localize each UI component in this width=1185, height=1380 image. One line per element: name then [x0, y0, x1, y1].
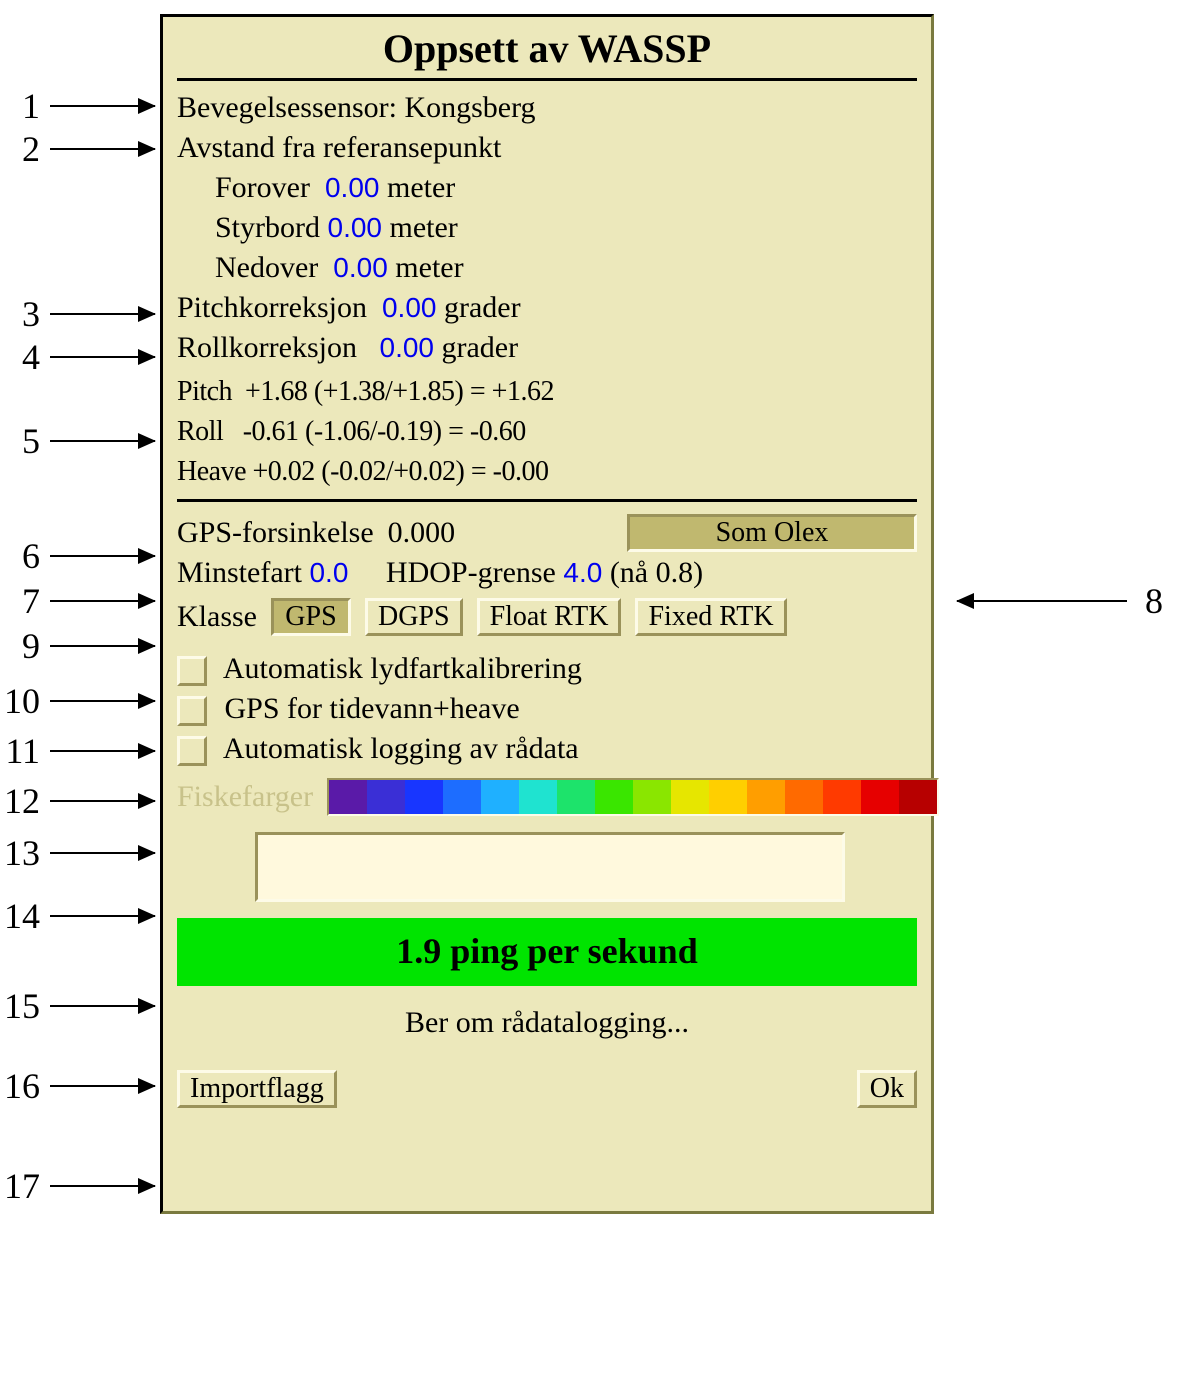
gps-tide-checkbox[interactable]	[177, 696, 207, 726]
color-swatch[interactable]	[899, 780, 937, 814]
color-swatch[interactable]	[367, 780, 405, 814]
gps-tide-row: GPS for tidevann+heave	[177, 690, 917, 728]
nedover-value[interactable]: 0.00	[333, 252, 388, 283]
refpoint-styrbord: Styrbord 0.00 meter	[177, 209, 917, 247]
callout-left-9: 9	[0, 625, 155, 667]
speed-hdop-row: Minstefart 0.0 HDOP-grense 4.0 (nå 0.8)	[177, 554, 917, 592]
gps-delay-row: GPS-forsinkelse 0.000 Som Olex	[177, 514, 917, 552]
wassp-settings-panel: Oppsett av WASSP Bevegelsessensor: Kongs…	[160, 14, 934, 1214]
callout-right-8: 8	[957, 580, 1185, 622]
divider	[177, 78, 917, 81]
color-swatch[interactable]	[557, 780, 595, 814]
callout-left-6: 6	[0, 535, 155, 577]
motion-sensor-label: Bevegelsessensor:	[177, 91, 397, 124]
color-swatch[interactable]	[747, 780, 785, 814]
ok-button[interactable]: Ok	[857, 1070, 917, 1108]
hdop-now: (nå 0.8)	[610, 556, 703, 589]
callout-left-15: 15	[0, 985, 155, 1027]
motion-sensor-value: Kongsberg	[404, 91, 535, 124]
callout-left-13: 13	[0, 832, 155, 874]
color-swatch[interactable]	[595, 780, 633, 814]
motion-sensor-row: Bevegelsessensor: Kongsberg	[177, 89, 917, 127]
color-swatch[interactable]	[481, 780, 519, 814]
text-input[interactable]	[255, 832, 845, 902]
color-swatch[interactable]	[443, 780, 481, 814]
color-swatches[interactable]	[327, 778, 939, 816]
klasse-gps-button[interactable]: GPS	[271, 598, 351, 636]
auto-sound-row: Automatisk lydfartkalibrering	[177, 650, 917, 688]
status-line: Ber om rådatalogging...	[177, 1006, 917, 1040]
klasse-fixedrtk-button[interactable]: Fixed RTK	[635, 598, 786, 636]
minstefart-value[interactable]: 0.0	[309, 557, 348, 588]
callout-left-12: 12	[0, 780, 155, 822]
color-swatch[interactable]	[823, 780, 861, 814]
refpoint-label: Avstand fra referansepunkt	[177, 129, 917, 167]
forover-value[interactable]: 0.00	[325, 172, 380, 203]
auto-log-checkbox[interactable]	[177, 736, 207, 766]
callout-left-3: 3	[0, 293, 155, 335]
divider-2	[177, 499, 917, 502]
panel-title: Oppsett av WASSP	[177, 25, 917, 72]
color-swatch[interactable]	[785, 780, 823, 814]
color-swatch[interactable]	[405, 780, 443, 814]
fish-colors-row: Fiskefarger	[177, 778, 917, 816]
roll-readout: Roll -0.61 (-1.06/-0.19) = -0.60	[177, 413, 917, 451]
hdop-value[interactable]: 4.0	[563, 557, 602, 588]
callout-left-5: 5	[0, 420, 155, 462]
fish-colors-label: Fiskefarger	[177, 778, 313, 816]
color-swatch[interactable]	[861, 780, 899, 814]
refpoint-forover: Forover 0.00 meter	[177, 169, 917, 207]
callout-left-14: 14	[0, 895, 155, 937]
auto-log-row: Automatisk logging av rådata	[177, 730, 917, 768]
klasse-floatrtk-button[interactable]: Float RTK	[477, 598, 622, 636]
roll-correction-row: Rollkorreksjon 0.00 grader	[177, 329, 917, 367]
pitch-correction-value[interactable]: 0.00	[382, 292, 437, 323]
ping-rate-bar: 1.9 ping per sekund	[177, 918, 917, 986]
color-swatch[interactable]	[633, 780, 671, 814]
callout-left-1: 1	[0, 85, 155, 127]
auto-sound-checkbox[interactable]	[177, 656, 207, 686]
callout-left-11: 11	[0, 730, 155, 772]
klasse-dgps-button[interactable]: DGPS	[365, 598, 463, 636]
callout-left-16: 16	[0, 1065, 155, 1107]
color-swatch[interactable]	[671, 780, 709, 814]
callout-left-17: 17	[0, 1165, 155, 1207]
styrbord-value[interactable]: 0.00	[328, 212, 383, 243]
callout-left-10: 10	[0, 680, 155, 722]
color-swatch[interactable]	[709, 780, 747, 814]
refpoint-nedover: Nedover 0.00 meter	[177, 249, 917, 287]
import-flag-button[interactable]: Importflagg	[177, 1070, 337, 1108]
callout-left-4: 4	[0, 336, 155, 378]
color-swatch[interactable]	[329, 780, 367, 814]
gps-delay-value: 0.000	[388, 514, 456, 552]
pitch-correction-row: Pitchkorreksjon 0.00 grader	[177, 289, 917, 327]
callout-left-2: 2	[0, 128, 155, 170]
som-olex-button[interactable]: Som Olex	[627, 514, 917, 552]
roll-correction-value[interactable]: 0.00	[380, 332, 435, 363]
color-swatch[interactable]	[519, 780, 557, 814]
heave-readout: Heave +0.02 (-0.02/+0.02) = -0.00	[177, 453, 917, 491]
callout-left-7: 7	[0, 580, 155, 622]
pitch-readout: Pitch +1.68 (+1.38/+1.85) = +1.62	[177, 373, 917, 411]
klasse-row: Klasse GPS DGPS Float RTK Fixed RTK	[177, 598, 917, 636]
